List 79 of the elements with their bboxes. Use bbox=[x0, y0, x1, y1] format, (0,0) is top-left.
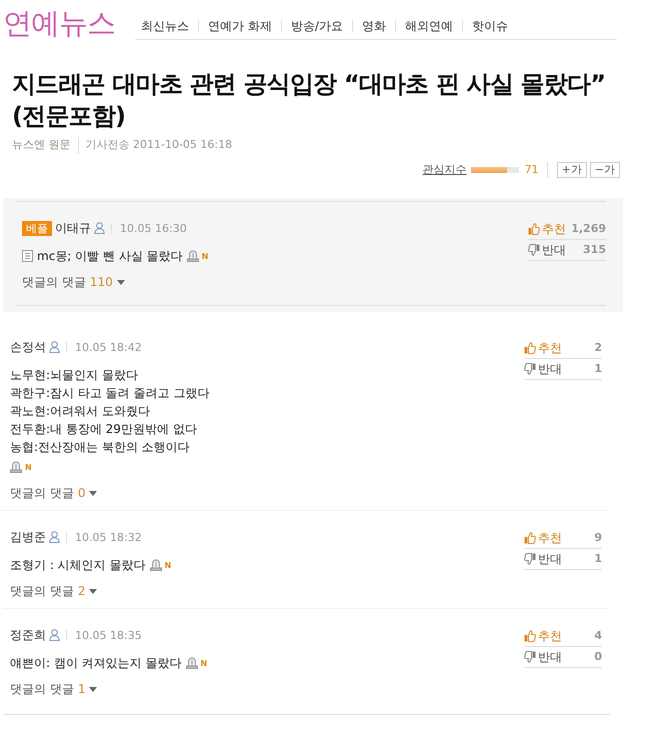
replies-label: 댓글의 댓글 bbox=[10, 485, 74, 502]
comment-line: 전두환:내 통장에 29만원밖에 없다 bbox=[10, 421, 198, 438]
recommend-count: 2 bbox=[594, 341, 602, 355]
recommend-count: 1,269 bbox=[571, 222, 606, 236]
new-mark: N bbox=[202, 252, 208, 260]
comment-author[interactable]: 정준희 bbox=[10, 626, 46, 644]
nav-link[interactable]: 해외연예 bbox=[394, 20, 462, 32]
interest-link[interactable]: 관심지수 bbox=[422, 162, 467, 178]
replies-count: 0 bbox=[78, 485, 86, 502]
font-size-button[interactable]: −가 bbox=[590, 162, 620, 178]
comment-text: 조형기 : 시체인지 몰랐다 bbox=[10, 557, 146, 574]
replies-label: 댓글의 댓글 bbox=[10, 681, 74, 698]
caret-icon bbox=[89, 588, 98, 594]
comment-line: 곽노현:어려워서 도와줬다 bbox=[10, 403, 151, 420]
comment-line: 곽한구:잠시 타고 돌려 줄려고 그랬다 bbox=[10, 385, 210, 402]
memo-icon bbox=[22, 250, 33, 262]
replies-count: 110 bbox=[90, 274, 113, 291]
oppose-count: 1 bbox=[594, 362, 602, 376]
comment-text: 얘쁜이: 캠이 켜져있는지 몰랐다 bbox=[10, 655, 182, 672]
interest-value: 71 bbox=[524, 162, 548, 178]
site-logo[interactable]: 연예뉴스 bbox=[3, 6, 115, 40]
comment-author[interactable]: 이태규 bbox=[55, 219, 91, 237]
comment-time: 10.05 18:42 bbox=[66, 342, 142, 352]
user-icon bbox=[49, 341, 60, 353]
oppose-button[interactable]: 반대 bbox=[528, 243, 566, 257]
new-mark: N bbox=[25, 462, 32, 472]
replies-label: 댓글의 댓글 bbox=[22, 274, 86, 291]
replies-toggle[interactable]: 댓글의 댓글 2 bbox=[10, 582, 98, 600]
comment-time: 10.05 16:30 bbox=[111, 222, 187, 234]
thumbs-down-icon bbox=[524, 553, 536, 565]
oppose-count: 0 bbox=[594, 650, 602, 664]
caret-icon bbox=[89, 490, 98, 496]
new-mark: N bbox=[164, 560, 172, 570]
nav-link[interactable]: 핫이슈 bbox=[462, 20, 517, 32]
recommend-count: 4 bbox=[594, 629, 602, 643]
replies-toggle[interactable]: 댓글의 댓글 110 bbox=[22, 273, 125, 291]
comment-line: 노무현:뇌물인지 몰랐다 bbox=[10, 367, 139, 384]
nav-link[interactable]: 최신뉴스 bbox=[139, 20, 198, 32]
font-size-button[interactable]: +가 bbox=[556, 162, 587, 178]
new-mark: N bbox=[200, 658, 208, 668]
thumbs-up-icon bbox=[524, 342, 536, 354]
thumbs-up-icon bbox=[528, 223, 540, 235]
user-icon bbox=[49, 531, 60, 543]
thumbs-up-icon bbox=[524, 532, 536, 544]
comment-time: 10.05 18:35 bbox=[66, 630, 142, 640]
siren-icon bbox=[186, 657, 198, 669]
comment-line: 농협:전산장애는 북한의 소행이다 bbox=[10, 439, 191, 456]
comment-author[interactable]: 김병준 bbox=[10, 528, 46, 546]
comment-author[interactable]: 손정석 bbox=[10, 338, 46, 356]
thumbs-down-icon bbox=[528, 244, 540, 256]
oppose-count: 315 bbox=[583, 243, 606, 257]
replies-count: 2 bbox=[78, 583, 86, 600]
user-icon bbox=[49, 629, 60, 641]
siren-icon bbox=[150, 559, 162, 571]
thumbs-down-icon bbox=[524, 651, 536, 663]
nav-link[interactable]: 연예가 화제 bbox=[198, 20, 281, 32]
caret-icon bbox=[116, 280, 125, 284]
replies-label: 댓글의 댓글 bbox=[10, 583, 74, 600]
oppose-button[interactable]: 반대 bbox=[524, 552, 562, 566]
siren-icon bbox=[186, 250, 199, 262]
replies-count: 1 bbox=[78, 681, 86, 698]
oppose-count: 1 bbox=[594, 552, 602, 566]
oppose-button[interactable]: 반대 bbox=[524, 362, 562, 376]
nav-link[interactable]: 영화 bbox=[352, 20, 395, 32]
caret-icon bbox=[89, 686, 98, 692]
article-title: 지드래곤 대마초 관련 공식입장 “대마초 핀 사실 몰랐다” (전문포함) bbox=[12, 69, 606, 132]
recommend-count: 9 bbox=[594, 531, 602, 545]
user-icon bbox=[94, 222, 105, 234]
replies-toggle[interactable]: 댓글의 댓글 0 bbox=[10, 484, 98, 502]
comment-text: mc몽; 이빨 뺀 사실 몰랐다 bbox=[37, 248, 183, 265]
comment-time: 10.05 18:32 bbox=[66, 532, 142, 542]
best-badge: 베플 bbox=[22, 220, 52, 236]
siren-icon bbox=[10, 461, 22, 473]
oppose-button[interactable]: 반대 bbox=[524, 650, 562, 664]
thumbs-down-icon bbox=[524, 363, 536, 375]
thumbs-up-icon bbox=[524, 630, 536, 642]
sent-time: 기사전송 2011-10-05 16:18 bbox=[86, 137, 232, 153]
replies-toggle[interactable]: 댓글의 댓글 1 bbox=[10, 680, 98, 698]
nav-link[interactable]: 방송/가요 bbox=[280, 20, 352, 32]
